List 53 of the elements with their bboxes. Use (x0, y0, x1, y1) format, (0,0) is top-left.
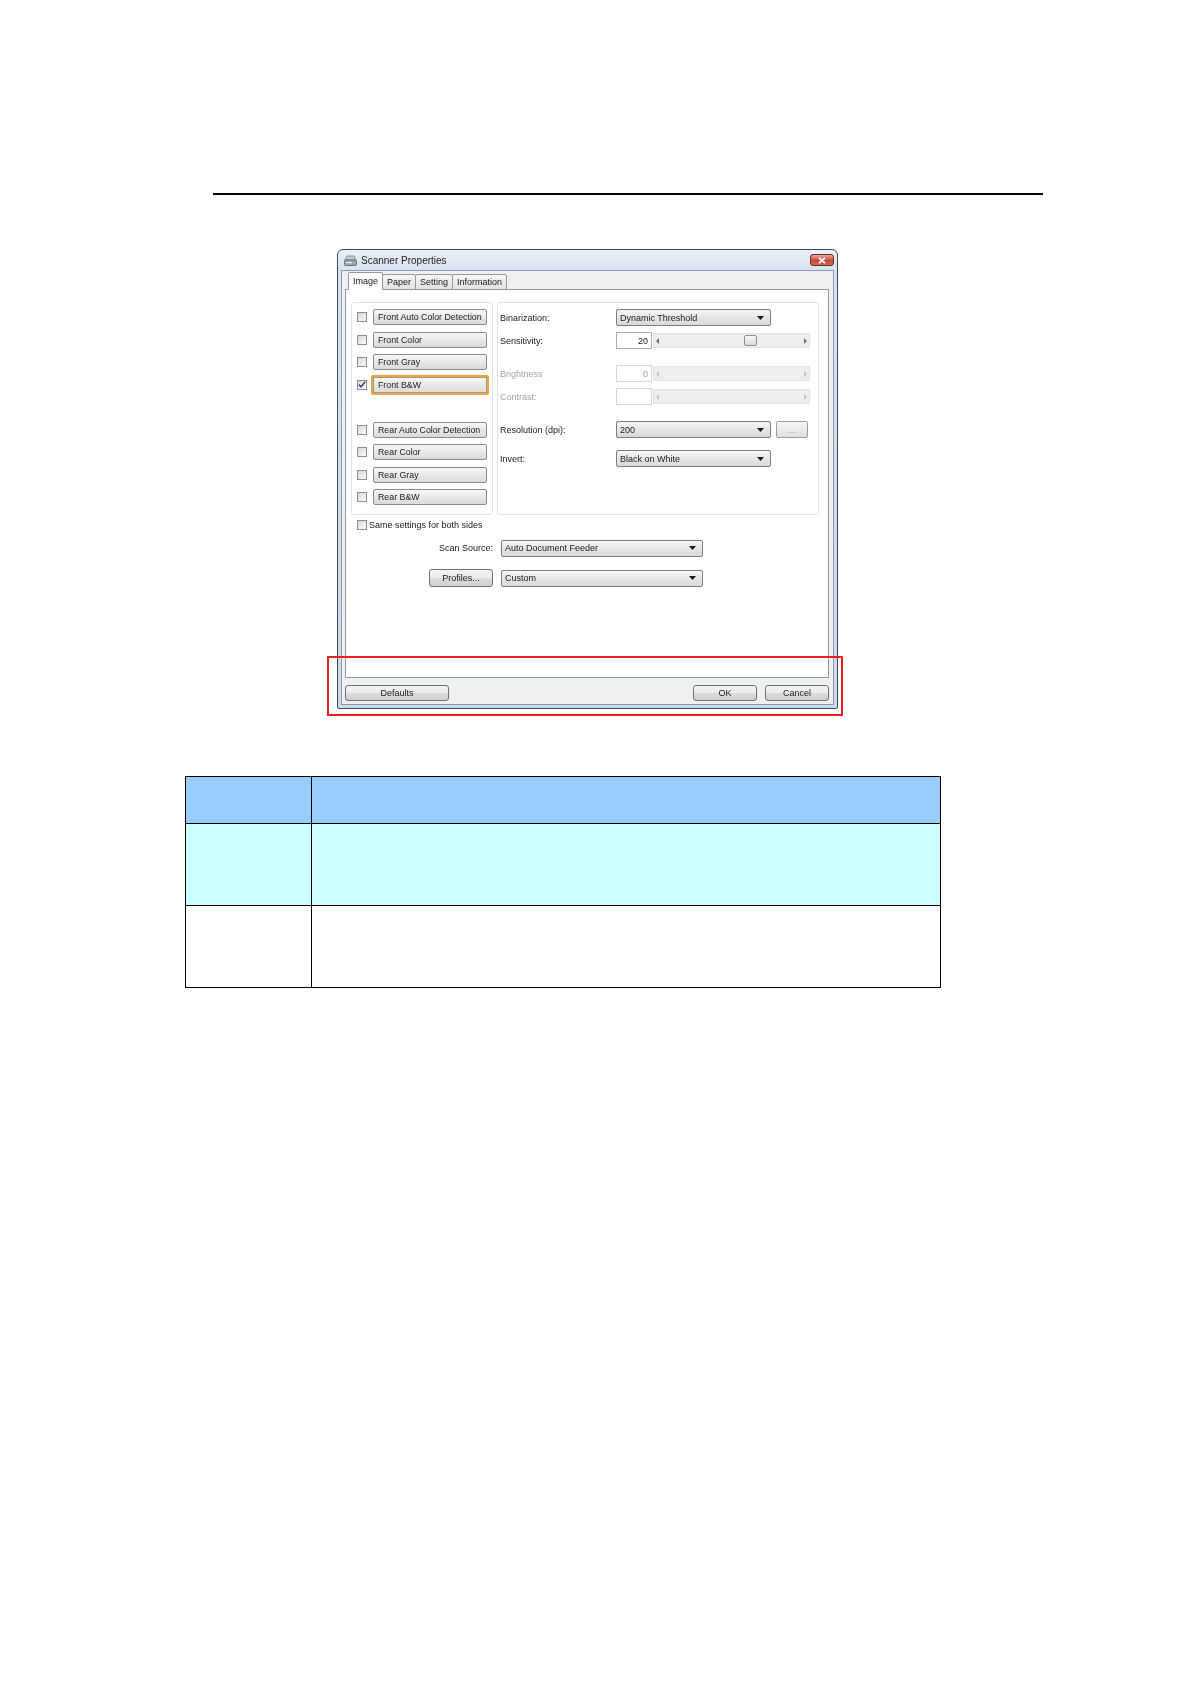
checkbox[interactable] (357, 334, 367, 345)
image-type-button[interactable]: Front B&W (371, 374, 489, 395)
close-button[interactable] (810, 254, 834, 266)
dropdown[interactable]: 200 (616, 421, 771, 438)
value-field[interactable]: 20 (616, 332, 652, 349)
setting-label: Contrast: (500, 391, 538, 402)
caret-icon (757, 315, 764, 320)
caret-icon (689, 576, 696, 580)
image-type-button[interactable]: Front Color (373, 331, 487, 348)
left-arrow-icon[interactable] (656, 337, 659, 344)
checkbox[interactable] (357, 424, 367, 435)
dialog-button[interactable]: Cancel (765, 685, 829, 701)
checkbox[interactable] (357, 469, 367, 480)
checkbox[interactable] (357, 492, 367, 502)
dropdown[interactable]: Dynamic Threshold (616, 309, 771, 326)
setting-label: Sensitivity: (500, 335, 544, 346)
tab[interactable]: Information (452, 274, 508, 290)
window-title: Scanner Properties (361, 254, 448, 266)
scanner-icon (344, 254, 357, 266)
dialog-button[interactable]: Defaults (345, 685, 449, 701)
checkbox[interactable] (357, 447, 367, 457)
dialog-button[interactable]: OK (693, 685, 757, 701)
checkbox[interactable] (357, 379, 367, 390)
checkbox-label: Same settings for both sides (369, 520, 483, 530)
image-type-button[interactable]: Rear B&W (373, 489, 487, 505)
checkbox[interactable] (357, 520, 367, 530)
caret-icon (757, 456, 764, 461)
dropdown[interactable]: Black on White (616, 450, 771, 467)
image-type-button[interactable]: Rear Gray (373, 466, 487, 483)
setting-label: Brightness (500, 368, 544, 379)
setting-label: Invert: (500, 453, 526, 464)
value-field[interactable] (616, 388, 652, 405)
dropdown[interactable]: Custom (501, 569, 703, 587)
dropdown[interactable]: Auto Document Feeder (501, 539, 703, 557)
check-icon (358, 381, 366, 388)
checkbox[interactable] (357, 312, 367, 322)
profiles-button[interactable]: Profiles... (429, 569, 493, 587)
tab[interactable]: Image (348, 272, 383, 290)
close-icon (818, 256, 826, 264)
caret-icon (689, 546, 696, 550)
tab[interactable]: Paper (382, 274, 417, 290)
checkbox[interactable] (357, 357, 367, 367)
setting-label: Resolution (dpi): (500, 424, 567, 435)
image-type-button[interactable]: Rear Auto Color Detection (373, 421, 487, 438)
scan-source-label: Scan Source: (438, 543, 493, 553)
image-type-button[interactable]: Front Gray (373, 354, 487, 370)
slider-thumb[interactable] (743, 335, 757, 346)
right-arrow-icon[interactable] (804, 337, 807, 344)
image-type-button[interactable]: Rear Color (373, 444, 487, 460)
tab[interactable]: Setting (415, 274, 454, 290)
setting-label: Binarization: (500, 312, 551, 323)
image-type-button[interactable]: Front Auto Color Detection (373, 309, 487, 325)
caret-icon (757, 427, 764, 432)
